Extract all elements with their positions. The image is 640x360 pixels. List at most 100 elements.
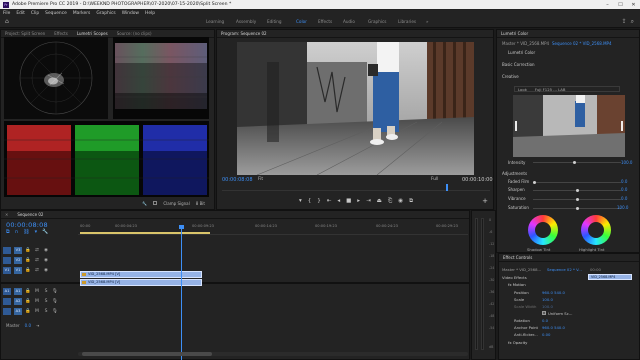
track-target[interactable]: V2 <box>14 256 22 264</box>
ec-clip-bar[interactable]: VID_2568.MP4 <box>588 274 632 280</box>
mic-icon[interactable]: 🎙 <box>52 309 58 314</box>
vibrance-knob[interactable] <box>576 198 579 201</box>
motion-effect-row[interactable]: fx Motion <box>508 282 526 287</box>
saturation-knob[interactable] <box>576 207 579 210</box>
source-patch[interactable]: V1 <box>3 266 11 274</box>
extract-icon[interactable]: ⎗ <box>388 198 392 205</box>
lock-icon[interactable]: 🔒 <box>25 258 31 263</box>
workspace-effects[interactable]: Effects <box>318 19 332 24</box>
track-target[interactable]: V1 <box>14 266 22 274</box>
sync-lock-icon[interactable]: ⇄ <box>34 258 40 263</box>
workspace-overflow[interactable]: » <box>426 19 429 24</box>
menu-file[interactable]: File <box>3 11 10 16</box>
eye-icon[interactable]: ◉ <box>43 258 49 263</box>
tab-effect-controls[interactable]: Effect Controls <box>503 255 532 260</box>
lock-icon[interactable]: 🔒 <box>25 309 31 314</box>
intensity-slider[interactable] <box>533 161 621 164</box>
master-value[interactable]: 0.0 <box>25 323 31 328</box>
menu-edit[interactable]: Edit <box>16 11 25 16</box>
minimize-icon[interactable]: – <box>601 0 614 9</box>
search-icon[interactable]: ⌕ <box>631 18 634 26</box>
ec-master-clip[interactable]: Master * VID_2568... <box>502 267 541 272</box>
source-patch[interactable] <box>3 256 11 264</box>
snap-icon[interactable]: ∩ <box>15 229 19 235</box>
timeline-clip[interactable]: VID_2568.MP4 [V] <box>80 271 202 278</box>
nest-icon[interactable]: ⧉ <box>6 229 10 235</box>
creative-section[interactable]: Creative <box>502 74 519 79</box>
intensity-value[interactable]: 100.0 <box>621 160 632 165</box>
sharpen-slider[interactable] <box>533 189 621 192</box>
sharpen-knob[interactable] <box>576 189 579 192</box>
uniform-scale-checkbox[interactable] <box>542 311 546 315</box>
program-mini-ruler[interactable] <box>222 185 490 191</box>
mic-icon[interactable]: 🎙 <box>52 299 58 304</box>
quick-export-icon[interactable]: ⇪ <box>622 18 627 26</box>
source-patch[interactable] <box>3 246 11 254</box>
lock-icon[interactable]: 🔒 <box>25 299 31 304</box>
solo-icon[interactable]: S <box>43 299 49 304</box>
faded-film-knob[interactable] <box>533 181 536 184</box>
scale-width-value[interactable]: 100.0 <box>542 304 553 309</box>
home-icon[interactable]: ⌂ <box>5 19 12 25</box>
faded-film-slider[interactable] <box>533 181 621 184</box>
timeline-scrollbar[interactable] <box>78 352 468 356</box>
resolution-dropdown[interactable]: Full <box>431 177 438 182</box>
zoom-fit-dropdown[interactable]: Fit <box>258 177 263 182</box>
maximize-icon[interactable]: ☐ <box>614 0 627 9</box>
program-playhead[interactable] <box>446 184 448 191</box>
track-target[interactable]: A3 <box>14 307 22 315</box>
mute-icon[interactable]: M <box>34 309 40 314</box>
rotation-value[interactable]: 0.0 <box>542 318 548 323</box>
source-patch[interactable]: A1 <box>3 287 11 295</box>
close-icon[interactable]: ✕ <box>627 0 640 9</box>
workspace-libraries[interactable]: Libraries <box>398 19 416 24</box>
lock-icon[interactable]: 🔒 <box>25 248 31 253</box>
eye-icon[interactable]: ◉ <box>43 268 49 273</box>
close-tab-icon[interactable]: ✕ <box>5 212 8 217</box>
lock-icon[interactable]: 🔒 <box>25 268 31 273</box>
menu-graphics[interactable]: Graphics <box>96 11 115 16</box>
track-target[interactable]: V3 <box>14 246 22 254</box>
basic-correction-section[interactable]: Basic Correction <box>502 62 535 67</box>
tab-lumetri-scopes[interactable]: Lumetri Scopes <box>77 31 108 36</box>
vibrance-slider[interactable] <box>533 198 621 201</box>
track-target[interactable]: A1 <box>14 287 22 295</box>
highlight-tint-wheel[interactable] <box>581 215 611 245</box>
stop-icon[interactable]: ■ <box>346 198 351 204</box>
timeline-timecode[interactable]: 00:00:08:08 <box>6 221 48 229</box>
mark-in-icon[interactable]: { <box>308 198 312 204</box>
solo-icon[interactable]: S <box>43 289 49 294</box>
timeline-clip[interactable]: VID_2568.MP4 [V] <box>80 279 202 286</box>
opacity-effect-row[interactable]: fx Opacity <box>508 340 527 345</box>
track-target[interactable]: A2 <box>14 297 22 305</box>
position-value[interactable]: 960.0 540.0 <box>542 290 565 295</box>
tab-lumetri-color[interactable]: Lumetri Color <box>501 31 528 36</box>
tab-effects[interactable]: Effects <box>54 31 68 36</box>
button-editor-icon[interactable]: + <box>482 197 488 205</box>
workspace-editing[interactable]: Editing <box>267 19 282 24</box>
compare-view-icon[interactable]: ⧉ <box>409 198 413 205</box>
timeline-settings-icon[interactable]: 🔧 <box>42 229 48 235</box>
go-to-out-icon[interactable]: ⇥ <box>366 198 371 204</box>
shadow-tint-wheel[interactable] <box>528 215 558 245</box>
skip-to-end-icon[interactable]: ⇥ <box>36 323 39 328</box>
source-patch[interactable] <box>3 307 11 315</box>
wrench-icon[interactable]: 🔧 <box>142 201 147 206</box>
workspace-graphics[interactable]: Graphics <box>368 19 387 24</box>
intensity-knob[interactable] <box>573 161 576 164</box>
eye-icon[interactable]: ◉ <box>43 248 49 253</box>
vibrance-value[interactable]: 0.0 <box>621 196 627 201</box>
menu-markers[interactable]: Markers <box>73 11 90 16</box>
ec-sequence-clip[interactable]: Sequence 02 * V... <box>547 267 582 272</box>
sync-lock-icon[interactable]: ⇄ <box>34 248 40 253</box>
lock-icon[interactable]: 🔒 <box>25 289 31 294</box>
look-dropdown[interactable]: Look Fuji F125 ... LAB <box>514 86 620 92</box>
go-to-in-icon[interactable]: ⇤ <box>327 198 332 204</box>
menu-help[interactable]: Help <box>145 11 155 16</box>
video-audio-divider[interactable] <box>0 282 470 284</box>
menu-clip[interactable]: Clip <box>31 11 39 16</box>
adjustments-section[interactable]: Adjustments <box>502 171 527 176</box>
workspace-audio[interactable]: Audio <box>343 19 355 24</box>
linked-selection-icon[interactable]: ⛓ <box>23 229 29 235</box>
sync-lock-icon[interactable]: ⇄ <box>34 268 40 273</box>
